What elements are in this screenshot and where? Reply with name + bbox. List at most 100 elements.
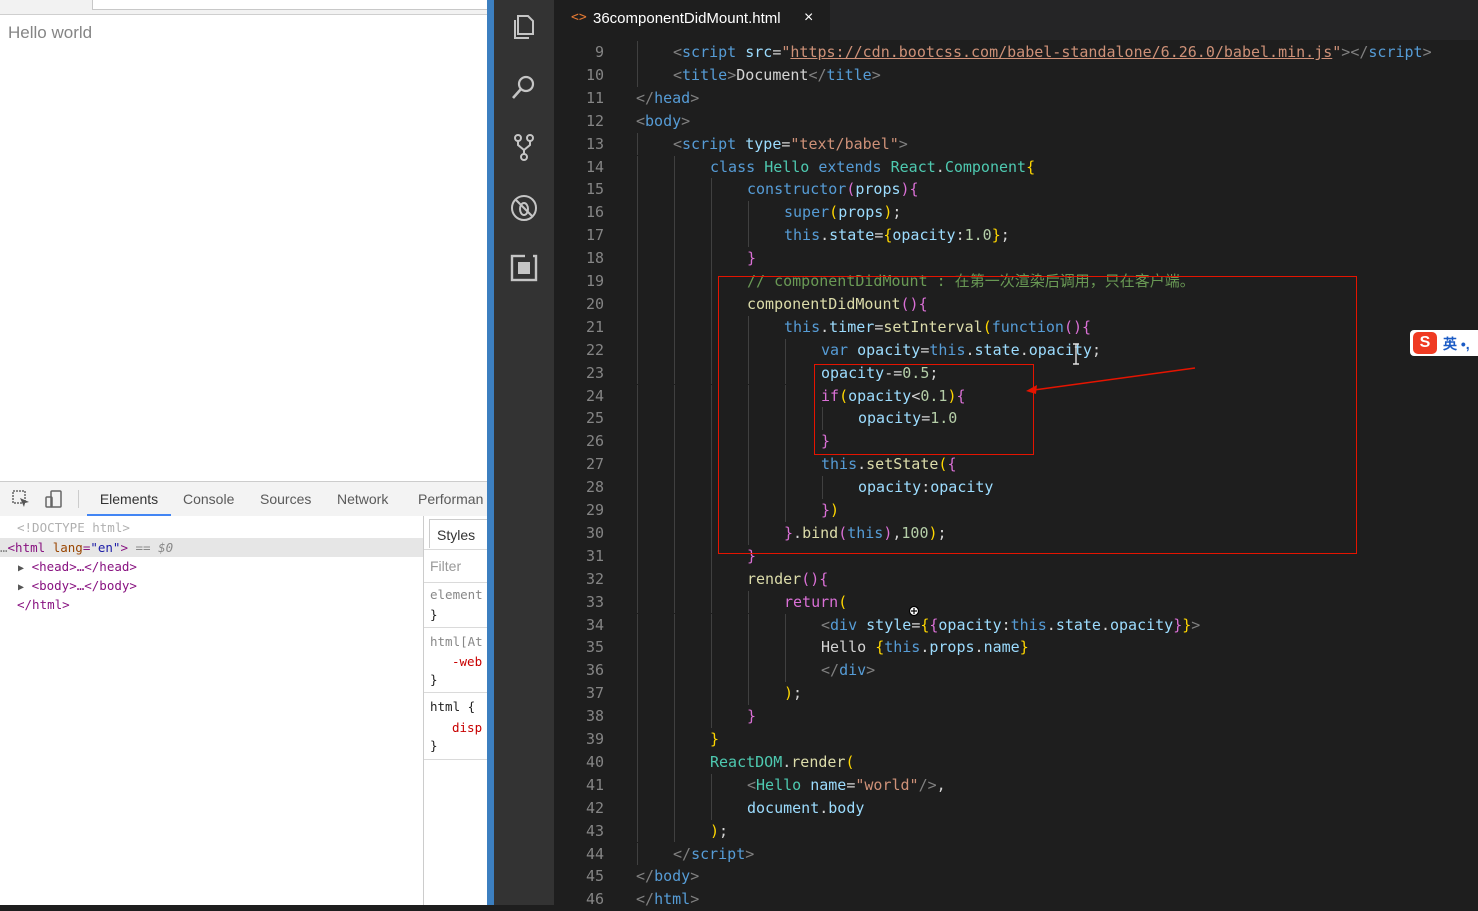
code-line[interactable]: this.state={opacity:1.0};	[784, 224, 1010, 247]
indent-guide	[711, 407, 712, 431]
indent-guide	[674, 499, 675, 522]
expand-triangle-icon[interactable]: ▶	[18, 582, 24, 593]
code-line[interactable]: </head>	[636, 87, 699, 110]
indent-guide	[674, 476, 675, 499]
body-tag: <body>…</body>	[31, 578, 137, 593]
indent-guide	[711, 636, 712, 660]
code-line[interactable]: super(props);	[784, 201, 901, 224]
tab-performance[interactable]: Performan	[418, 482, 483, 516]
code-line[interactable]: );	[784, 682, 802, 705]
code-line[interactable]: </div>	[821, 659, 875, 682]
more-options-icon[interactable]: …	[0, 540, 8, 555]
tab-network[interactable]: Network	[337, 482, 388, 516]
lang-attr-name: lang	[52, 540, 83, 555]
indent-guide	[748, 682, 749, 706]
divider	[424, 692, 487, 693]
code-line[interactable]: </body>	[636, 865, 699, 888]
indent-guide	[711, 338, 712, 362]
code-line[interactable]: ReactDOM.render(	[710, 751, 855, 774]
close-icon[interactable]: ×	[804, 9, 813, 27]
code-line[interactable]: constructor(props){	[747, 178, 919, 201]
indent-guide	[674, 659, 675, 683]
dom-body-node[interactable]: ▶ <body>…</body>	[18, 576, 441, 595]
code-line[interactable]: );	[710, 820, 728, 843]
line-number: 18	[585, 249, 604, 268]
code-line[interactable]: </html>	[636, 888, 699, 911]
search-icon[interactable]	[509, 72, 539, 102]
style-rule-property: -web	[452, 654, 483, 669]
indent-guide	[711, 292, 712, 316]
indent-guide	[711, 659, 712, 683]
line-number: 31	[585, 546, 604, 565]
html-tag: <html	[7, 540, 46, 555]
code-line[interactable]: }	[747, 705, 756, 728]
indent-guide	[674, 338, 675, 362]
indent-guide	[637, 178, 638, 202]
inspect-element-icon[interactable]	[11, 489, 31, 509]
source-control-icon[interactable]	[509, 132, 539, 162]
indent-guide	[674, 636, 675, 660]
code-line[interactable]: return(	[784, 591, 847, 614]
style-rule-selector: html {	[430, 699, 476, 714]
indent-guide	[674, 567, 675, 591]
code-line[interactable]: render(){	[747, 568, 828, 591]
code-line[interactable]: <script src="https://cdn.bootcss.com/bab…	[673, 41, 1432, 64]
line-number: 9	[594, 43, 604, 61]
code-line[interactable]: <body>	[636, 110, 690, 133]
code-line[interactable]: <div style={{opacity:this.state.opacity}…	[821, 614, 1200, 637]
styles-filter-input[interactable]: Filter	[430, 558, 461, 574]
expand-triangle-icon[interactable]: ▶	[18, 563, 24, 574]
dom-html-node[interactable]: …<html lang="en"> == $0	[0, 538, 423, 557]
line-number: 38	[585, 707, 604, 726]
code-line[interactable]: }	[710, 728, 719, 751]
indent-guide	[674, 796, 675, 820]
indent-guide	[711, 773, 712, 797]
dom-doctype[interactable]: <!DOCTYPE html>	[17, 518, 440, 537]
indent-guide	[674, 178, 675, 202]
debug-icon[interactable]	[509, 193, 539, 223]
indent-guide	[637, 728, 638, 751]
page-output-text: Hello world	[8, 23, 93, 42]
line-number: 44	[585, 844, 604, 863]
editor-tab-active[interactable]: <> 36componentDidMount.html ×	[554, 0, 830, 40]
code-line[interactable]: <Hello name="world"/>,	[747, 774, 946, 797]
doctype-text: <!DOCTYPE html>	[17, 520, 130, 535]
tab-elements[interactable]: Elements	[87, 482, 171, 516]
tab-filename: 36componentDidMount.html	[593, 10, 781, 27]
address-bar[interactable]	[92, 0, 487, 10]
code-line[interactable]: <title>Document</title>	[673, 64, 881, 87]
line-number: 29	[585, 501, 604, 519]
indent-guide	[748, 590, 749, 614]
code-line[interactable]: class Hello extends React.Component{	[710, 156, 1035, 179]
code-line[interactable]: </script>	[673, 843, 754, 866]
code-line[interactable]: document.body	[747, 797, 864, 820]
indent-guide	[637, 521, 638, 545]
dom-head-node[interactable]: ▶ <head>…</head>	[18, 557, 441, 576]
ime-toolbar[interactable]: S 英 •,	[1410, 330, 1478, 356]
indent-guide	[637, 590, 638, 614]
indent-guide	[711, 796, 712, 820]
indent-guide	[674, 384, 675, 408]
explorer-icon[interactable]	[509, 12, 539, 42]
line-number: 10	[585, 65, 604, 84]
indent-guide	[674, 773, 675, 797]
ime-mode-label[interactable]: 英 •,	[1443, 334, 1470, 354]
indent-guide	[674, 590, 675, 614]
code-line[interactable]: <script type="text/babel">	[673, 133, 908, 156]
device-toggle-icon[interactable]	[44, 489, 64, 509]
annotation-box-opacity-reset	[814, 364, 1034, 455]
window-divider[interactable]	[487, 0, 494, 905]
code-line[interactable]: Hello {this.props.name}	[821, 636, 1029, 659]
tab-sources[interactable]: Sources	[260, 482, 311, 516]
extensions-icon[interactable]	[509, 253, 539, 283]
tab-console[interactable]: Console	[183, 482, 234, 516]
tab-styles[interactable]: Styles	[429, 519, 487, 548]
dom-html-close: </html>	[17, 595, 440, 614]
code-line[interactable]: }	[747, 247, 756, 270]
indent-guide	[711, 201, 712, 225]
line-number: 33	[585, 592, 604, 611]
indent-guide	[637, 682, 638, 706]
indent-guide	[674, 521, 675, 545]
indent-guide	[637, 750, 638, 774]
line-number: 32	[585, 569, 604, 588]
